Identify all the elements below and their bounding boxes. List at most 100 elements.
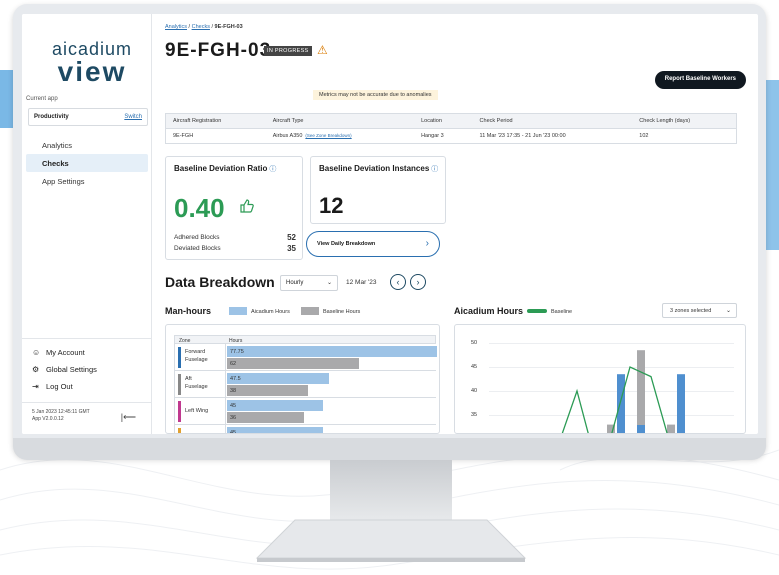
monitor-stand-neck [330,460,452,522]
chevron-left-icon: ‹ [396,277,400,287]
baseline-hours-bar: 38 [227,385,308,396]
current-app-label: Current app [26,96,58,102]
chart-bar-segment [637,425,645,433]
global-settings-label: Global Settings [46,365,97,374]
deviation-ratio-value: 0.40 [174,193,225,223]
log-out-label: Log Out [46,382,73,391]
info-icon[interactable]: ⓘ [431,166,438,173]
aicadium-hours-chart [561,350,685,433]
global-settings-link[interactable]: ⚙ Global Settings [32,365,97,374]
see-zone-breakdown-link[interactable]: (See Zone Breakdown) [305,133,351,138]
zone-name-line: Fuselage [185,384,208,390]
logo: aicadium view [42,40,142,86]
legend-swatch-baseline [301,307,319,315]
breadcrumb-checks[interactable]: Checks [192,24,210,30]
breadcrumb: Analytics / Checks / 9E-FGH-03 [165,24,243,30]
zone-color-marker [178,401,181,422]
chevron-right-icon: › [416,277,420,287]
sidebar-item-checks[interactable]: Checks [26,154,148,172]
sidebar-item-app-settings[interactable]: App Settings [26,172,148,190]
column-header: Check Period [472,113,633,129]
baseline-hours-bar: 62 [227,358,359,369]
chart-bar [617,374,625,433]
zone-name: Aft Fuselage [185,375,208,391]
chart-bar [677,374,685,433]
divider [225,344,226,371]
adhered-blocks-value: 52 [287,233,296,242]
main-content: Analytics / Checks / 9E-FGH-03 9E-FGH-03… [153,14,758,434]
zone-color-marker [178,347,181,368]
legend-baseline: Baseline [551,309,573,315]
check-length: 102 [639,133,649,139]
baseline-line [561,366,668,433]
table-row: 45 [174,425,436,433]
check-info-table: Aircraft Registration Aircraft Type Loca… [165,113,737,144]
zones-select[interactable]: 3 zones selected ⌄ [662,303,737,318]
previous-date-button[interactable]: ‹ [390,274,406,290]
info-icon[interactable]: ⓘ [269,166,276,173]
check-period: 11 Mar '23 17:35 - 21 Jun '23 00:00 [479,133,566,139]
zone-name-line: Aft [185,376,192,382]
logout-icon: ⇥ [32,382,39,391]
report-baseline-workers-button[interactable]: Report Baseline Workers [654,71,746,89]
granularity-select[interactable]: Hourly ⌄ [280,275,338,291]
deviation-ratio-card: Baseline Deviation Ratio ⓘ 0.40 Adhered B… [165,156,303,260]
log-out-link[interactable]: ⇥ Log Out [32,382,73,391]
build-info: 5 Jan 2023 12:45:11 GMT App V2.0.0.12 [32,409,90,423]
granularity-value: Hourly [286,280,304,286]
aircraft-type-cell: Airbus A350 (See Zone Breakdown) [266,129,414,144]
sidebar-item-analytics[interactable]: Analytics [26,136,148,154]
chevron-down-icon: ⌄ [725,308,731,314]
timestamp: 5 Jan 2023 12:45:11 GMT [32,409,90,415]
deviated-blocks-value: 35 [287,244,296,253]
monitor-chin [13,438,766,460]
user-icon: ☺ [32,348,41,357]
legend-aicadium-hours: Aicadium Hours [251,309,290,315]
legend-swatch-aicadium [229,307,247,315]
adhered-blocks-label: Adhered Blocks [174,234,220,241]
chevron-right-icon: › [425,238,429,249]
chart-bar [667,424,675,433]
my-account-link[interactable]: ☺ My Account [32,348,85,357]
zone-name-line: Forward [185,349,206,355]
breadcrumb-current: 9E-FGH-03 [214,24,243,30]
logo-bottom-text: view [57,56,127,87]
divider [225,425,226,433]
location: Hangar 3 [421,133,444,139]
divider [225,398,226,425]
collapse-sidebar-icon[interactable]: |⟵ [121,412,136,423]
deviation-instances-card: Baseline Deviation Instances ⓘ 12 [310,156,446,224]
aicadium-hours-bar: 45 [227,400,323,411]
warning-icon[interactable]: ⚠ [317,43,328,57]
current-app-name: Productivity [34,114,69,120]
current-app-selector[interactable]: Productivity Switch [28,108,148,126]
view-daily-breakdown-button[interactable]: View Daily Breakdown › [306,231,440,257]
gear-icon: ⚙ [32,365,40,374]
zone-color-marker [178,374,181,395]
sidebar-nav: Analytics Checks App Settings [26,136,148,190]
deviation-instances-title: Baseline Deviation Instances [319,164,430,173]
card-title: Baseline Deviation Instances ⓘ [319,164,438,174]
table-row: Forward Fuselage 77.75 62 [174,344,437,371]
zone-name: Left Wing [185,408,209,414]
sidebar-account-section: ☺ My Account ⚙ Global Settings ⇥ Log Out 5 … [22,338,152,434]
man-hours-panel: Zone Hours Forward Fuselage 77.75 62 Aft F… [165,324,440,434]
column-header: Check Length (days) [632,113,737,129]
divider [225,371,226,398]
next-date-button[interactable]: › [410,274,426,290]
aicadium-hours-bar: 47.5 [227,373,329,384]
breadcrumb-analytics[interactable]: Analytics [165,24,187,30]
page-title: 9E-FGH-03 [165,40,272,61]
monitor-stand-base [255,519,527,562]
man-hours-title: Man-hours [165,306,211,316]
column-header: Aircraft Type [265,113,415,129]
zone-name: Forward Fuselage [185,348,208,364]
legend-baseline-hours: Baseline Hours [323,309,361,315]
deviated-blocks-row: Deviated Blocks 35 [174,244,296,253]
deviation-ratio-title: Baseline Deviation Ratio [174,164,268,173]
warning-tooltip: Metrics may not be accurate due to anoma… [313,90,438,100]
aicadium-hours-bar: 45 [227,427,323,433]
aicadium-hours-panel: 50 45 40 35 [454,324,746,434]
switch-app-link[interactable]: Switch [124,114,142,120]
column-header: Location [414,113,473,129]
